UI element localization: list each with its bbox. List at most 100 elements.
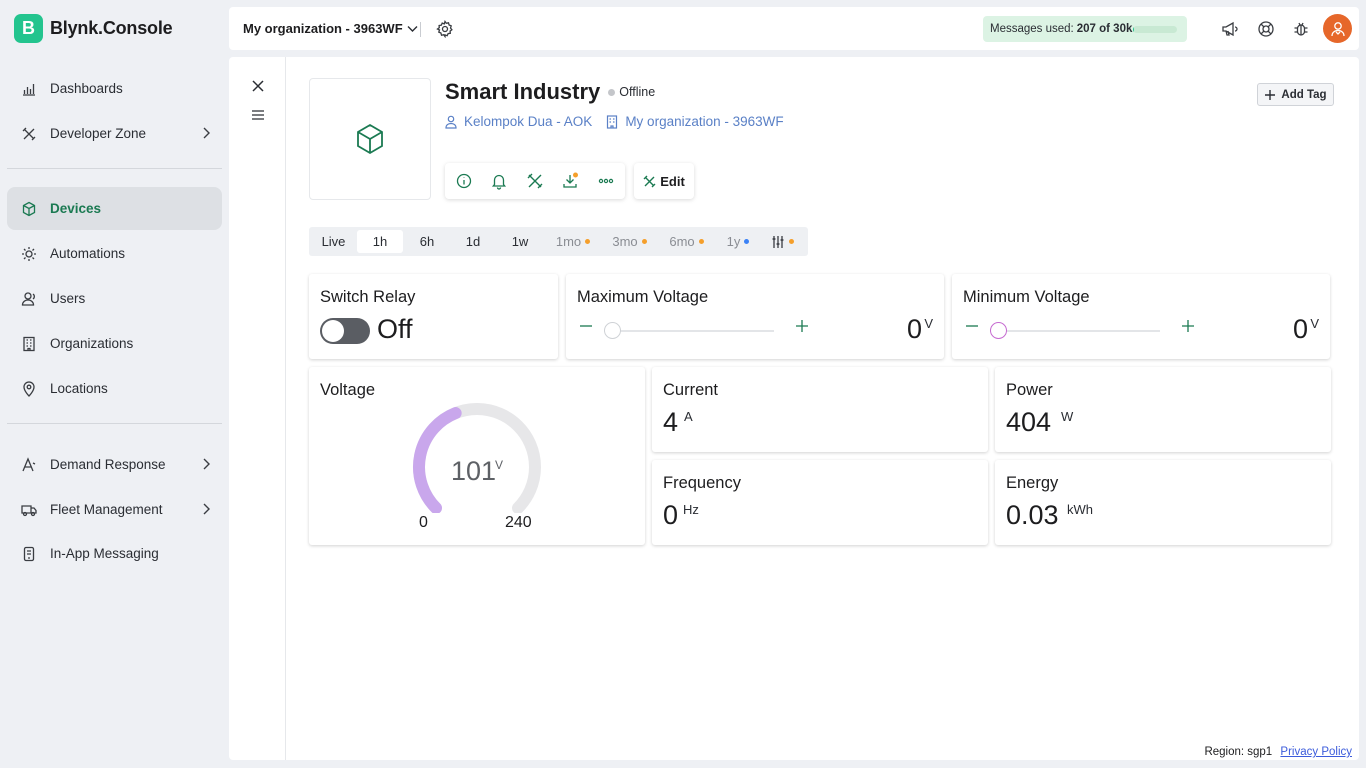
sidebar-item-demand-response[interactable]: Demand Response	[7, 443, 222, 486]
device-meta: Kelompok Dua - AOK My organization - 396…	[445, 114, 798, 129]
slider-track[interactable]	[990, 330, 1160, 332]
status-dot	[608, 88, 616, 96]
tab-label: 1h	[372, 234, 388, 249]
minus-icon[interactable]	[578, 318, 594, 334]
gear-icon[interactable]	[436, 20, 454, 38]
tab-1mo[interactable]: 1mo	[546, 230, 600, 253]
premium-dot	[744, 239, 750, 244]
sidebar-item-locations[interactable]: Locations	[7, 367, 222, 410]
tab-1h[interactable]: 1h	[357, 230, 403, 253]
energy-unit: kWh	[1067, 502, 1093, 517]
premium-dot	[585, 239, 591, 244]
sidebar-item-in-app-messaging[interactable]: In-App Messaging	[7, 532, 222, 575]
relay-toggle[interactable]	[320, 318, 370, 344]
device-name: Smart Industry	[445, 79, 601, 104]
messages-value: 207 of 30k	[1076, 23, 1133, 35]
more-icon[interactable]	[597, 172, 615, 190]
plus-icon[interactable]	[794, 318, 810, 334]
voltage-unit: V	[495, 458, 504, 472]
slider-track[interactable]	[604, 330, 774, 332]
close-icon[interactable]	[249, 77, 267, 95]
sidebar-item-dashboards[interactable]: Dashboards	[7, 67, 222, 110]
phone-message-icon	[20, 545, 38, 563]
slider-knob[interactable]	[604, 322, 621, 339]
messages-progress-bar	[1133, 26, 1177, 33]
widget-title: Current	[663, 381, 719, 399]
frequency-unit: Hz	[683, 502, 699, 517]
min-voltage-value: 0	[1292, 314, 1308, 344]
widget-maximum-voltage: Maximum Voltage 0 V	[566, 274, 944, 359]
device-owner-link[interactable]: Kelompok Dua - AOK	[445, 114, 592, 129]
user-icon	[445, 115, 457, 129]
tab-1d[interactable]: 1d	[451, 230, 495, 253]
bell-icon[interactable]	[490, 172, 508, 190]
widget-switch-relay: Switch Relay Off	[309, 274, 558, 359]
tab-label: 1mo	[555, 234, 582, 249]
widget-title: Voltage	[320, 381, 376, 399]
tab-label: 6h	[419, 234, 435, 249]
device-image[interactable]	[309, 78, 431, 200]
slider-knob[interactable]	[990, 322, 1007, 339]
tab-1w[interactable]: 1w	[497, 230, 543, 253]
min-voltage-unit: V	[1310, 316, 1319, 331]
megaphone-icon[interactable]	[1221, 20, 1239, 38]
user-avatar[interactable]	[1323, 14, 1352, 43]
sidebar: B Blynk.Console Dashboards Developer Zon…	[0, 0, 229, 768]
download-icon[interactable]	[561, 172, 579, 190]
sidebar-divider	[7, 168, 222, 169]
sidebar-item-label: Organizations	[50, 336, 134, 351]
tab-label: 1w	[511, 234, 529, 249]
device-title: Smart Industry Offline	[445, 79, 655, 105]
help-lifebuoy-icon[interactable]	[1257, 20, 1275, 38]
device-organization: My organization - 3963WF	[625, 114, 784, 129]
sidebar-item-label: Developer Zone	[50, 126, 147, 141]
info-icon[interactable]	[455, 172, 473, 190]
edit-dashboard-button[interactable]: Edit	[634, 163, 694, 199]
sidebar-item-devices[interactable]: Devices	[7, 187, 222, 230]
current-value: 4	[663, 407, 679, 437]
sidebar-item-automations[interactable]: Automations	[7, 232, 222, 275]
tab-live[interactable]: Live	[312, 230, 355, 253]
sidebar-item-label: Dashboards	[50, 81, 123, 96]
sidebar-item-developer-zone[interactable]: Developer Zone	[7, 112, 222, 155]
frequency-value: 0	[663, 500, 679, 530]
widget-energy: Energy 0.03 kWh	[995, 460, 1331, 545]
tab-custom-range[interactable]	[762, 230, 802, 253]
toggle-state-label: Off	[377, 314, 413, 344]
tools-icon[interactable]	[526, 172, 544, 190]
building-icon	[607, 114, 618, 129]
sidebar-item-label: Locations	[50, 381, 108, 396]
bug-icon[interactable]	[1292, 20, 1310, 38]
privacy-policy-link[interactable]: Privacy Policy	[1280, 746, 1352, 758]
sidebar-item-fleet-management[interactable]: Fleet Management	[7, 488, 222, 531]
panel-rail	[229, 57, 286, 760]
widget-voltage-gauge: Voltage 101 V 0 240	[309, 367, 645, 545]
organization-selector[interactable]: My organization - 3963WF	[243, 21, 418, 36]
menu-icon[interactable]	[249, 106, 267, 124]
messages-usage[interactable]: Messages used: 207 of 30k	[983, 16, 1187, 42]
tab-1y[interactable]: 1y	[716, 230, 760, 253]
device-action-bar	[445, 163, 625, 199]
chevron-right-icon	[203, 458, 210, 470]
chart-icon	[20, 80, 38, 98]
widget-power: Power 404 W	[995, 367, 1331, 452]
tab-6h[interactable]: 6h	[405, 230, 449, 253]
energy-value: 0.03	[1006, 500, 1059, 530]
region-label: Region: sgp1	[1204, 746, 1273, 758]
sidebar-item-users[interactable]: Users	[7, 277, 222, 320]
sidebar-item-label: Devices	[50, 201, 102, 216]
add-tag-button[interactable]: Add Tag	[1257, 83, 1334, 106]
plus-icon[interactable]	[1180, 318, 1196, 334]
sliders-icon	[772, 235, 783, 248]
user-avatar-icon	[1330, 21, 1345, 36]
tab-3mo[interactable]: 3mo	[602, 230, 657, 253]
sidebar-item-label: Fleet Management	[50, 502, 163, 517]
toggle-knob	[322, 320, 344, 342]
brand-logo[interactable]: B Blynk.Console	[14, 14, 173, 43]
minus-icon[interactable]	[964, 318, 980, 334]
device-organization-link[interactable]: My organization - 3963WF	[606, 114, 784, 129]
tab-6mo[interactable]: 6mo	[659, 230, 714, 253]
sidebar-item-organizations[interactable]: Organizations	[7, 322, 222, 365]
tools-icon	[643, 175, 656, 187]
premium-dot	[788, 239, 794, 244]
